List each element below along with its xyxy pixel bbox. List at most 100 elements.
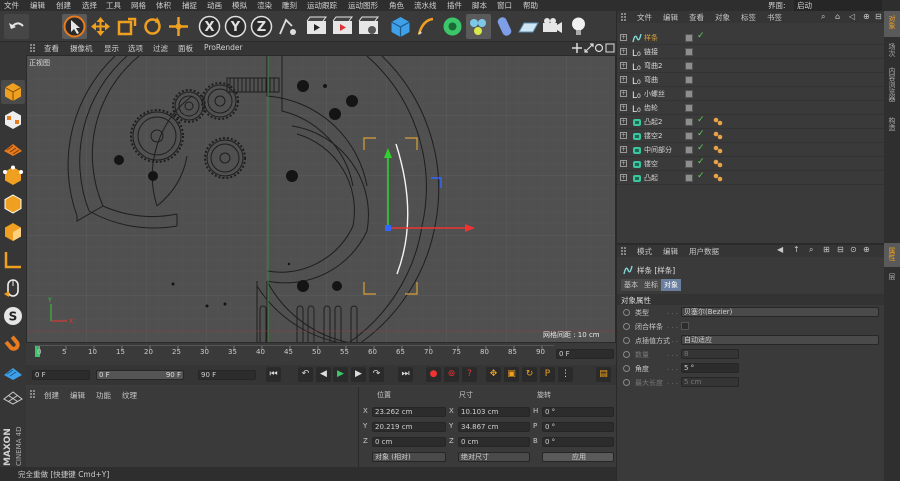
menu-snap[interactable]: 捕捉 (182, 0, 197, 11)
visibility-toggle[interactable] (685, 76, 693, 84)
array-icon[interactable] (466, 14, 491, 39)
tab-object[interactable]: 对象 (661, 279, 681, 291)
menu-simulate[interactable]: 模拟 (232, 0, 247, 11)
enabled-check-icon[interactable]: ✓ (697, 31, 705, 41)
obj-menu-edit[interactable]: 编辑 (663, 12, 678, 23)
visibility-toggle[interactable] (685, 160, 693, 168)
lock-icon[interactable]: ⊟ (837, 245, 844, 254)
phong-tag-icon[interactable] (713, 173, 723, 182)
menu-motion-tracking[interactable]: 运动跟踪 (307, 0, 337, 11)
animate-toggle-icon[interactable] (623, 379, 630, 386)
settings-icon[interactable]: ⊙ (850, 245, 857, 254)
object-row[interactable]: + L 0 弯曲2 (617, 59, 885, 73)
snap-icon[interactable]: S (1, 304, 25, 328)
pos-x-field[interactable]: 23.262 cm (372, 407, 446, 417)
rotate-icon[interactable] (140, 14, 165, 39)
tab-layers[interactable]: 层 (887, 273, 897, 280)
menu-plugins[interactable]: 插件 (447, 0, 462, 11)
object-row[interactable]: + 凸起2 ✓ (617, 115, 885, 129)
object-row[interactable]: + L 0 齿轮 (617, 101, 885, 115)
goto-start-icon[interactable]: ⏮ (266, 367, 281, 382)
obj-menu-file[interactable]: 文件 (637, 12, 652, 23)
enabled-check-icon[interactable]: ✓ (697, 157, 705, 167)
visibility-toggle[interactable] (685, 48, 693, 56)
end-frame-field[interactable]: 90 F (198, 370, 256, 380)
object-row[interactable]: + 镂空 ✓ (617, 157, 885, 171)
object-row[interactable]: + L 0 小螺丝 (617, 87, 885, 101)
next-frame-icon[interactable]: ▶ (351, 367, 366, 382)
visibility-toggle[interactable] (685, 90, 693, 98)
expand-icon[interactable]: + (620, 90, 627, 97)
move-icon[interactable] (88, 14, 113, 39)
expand-icon[interactable]: + (620, 146, 627, 153)
maximize-view-icon[interactable] (605, 43, 615, 53)
subdivision-icon[interactable] (440, 14, 465, 39)
expand-icon[interactable]: + (620, 34, 627, 41)
deformer-icon[interactable] (492, 14, 517, 39)
bookmark-icon[interactable]: ⊞ (823, 245, 830, 254)
size-y-field[interactable]: 34.867 cm (458, 422, 530, 432)
obj-menu-tags[interactable]: 标签 (741, 12, 756, 23)
menu-animate[interactable]: 动画 (207, 0, 222, 11)
tab-structure[interactable]: 构造 (887, 117, 897, 131)
cube-icon[interactable] (388, 14, 413, 39)
obj-menu-view[interactable]: 查看 (689, 12, 704, 23)
pos-z-field[interactable]: 0 cm (372, 437, 446, 447)
menu-mesh[interactable]: 网格 (131, 0, 146, 11)
grid-icon[interactable] (1, 384, 25, 408)
expand-icon[interactable]: + (620, 118, 627, 125)
expand-icon[interactable]: + (620, 104, 627, 111)
prop-field[interactable]: 5 ° (681, 363, 739, 373)
timeline[interactable]: 0 5 10 15 20 25 30 35 40 45 50 55 60 65 … (26, 343, 616, 365)
pen-icon[interactable] (414, 14, 439, 39)
phong-tag-icon[interactable] (713, 145, 723, 154)
rot-p-field[interactable]: 0 ° (542, 422, 614, 432)
coordinate-icon[interactable] (275, 14, 300, 39)
animate-toggle-icon[interactable] (623, 323, 630, 330)
prop-select[interactable]: 贝塞尔(Bezier) (681, 307, 879, 317)
search-icon[interactable]: ⌕ (809, 245, 813, 255)
visibility-toggle[interactable] (685, 104, 693, 112)
apply-button[interactable]: 应用 (542, 452, 614, 462)
render-picture-icon[interactable] (330, 14, 355, 39)
magnet-icon[interactable] (1, 332, 25, 356)
drag-handle-icon[interactable] (30, 390, 38, 398)
menu-pipeline[interactable]: 流水线 (414, 0, 437, 11)
viewport-menu-camera[interactable]: 摄像机 (70, 43, 93, 54)
object-row[interactable]: + 镂空2 ✓ (617, 129, 885, 143)
play-icon[interactable]: ▶ (333, 367, 348, 382)
visibility-toggle[interactable] (685, 118, 693, 126)
x-axis-icon[interactable]: X (197, 14, 222, 39)
up-arrow-icon[interactable]: ↑ (793, 245, 800, 254)
lock-workplane-icon[interactable] (1, 360, 25, 384)
menu-window[interactable]: 窗口 (497, 0, 512, 11)
mat-menu-texture[interactable]: 纹理 (122, 390, 137, 401)
range-slider[interactable]: 0 F 90 F (96, 370, 184, 380)
timeline-window-icon[interactable]: ▤ (596, 367, 611, 382)
layout-select[interactable]: 启动 (794, 0, 882, 11)
viewport-menu-view[interactable]: 查看 (44, 43, 59, 54)
mat-menu-create[interactable]: 创建 (44, 390, 59, 401)
tab-objects[interactable]: 对象 (884, 11, 900, 37)
enabled-check-icon[interactable]: ✓ (697, 143, 705, 153)
object-row[interactable]: + 凸起 ✓ (617, 171, 885, 185)
home-icon[interactable]: ⌂ (835, 12, 840, 21)
z-axis-icon[interactable]: Z (249, 14, 274, 39)
auto-key-icon[interactable]: ⊚ (444, 367, 459, 382)
menu-render[interactable]: 渲染 (257, 0, 272, 11)
goto-end-icon[interactable]: ⏭ (398, 367, 413, 382)
tweak-mode-icon[interactable] (1, 276, 25, 300)
texture-mode-icon[interactable] (1, 108, 25, 132)
prop-select[interactable]: 自动适应 (681, 335, 879, 345)
zoom-icon[interactable] (584, 43, 594, 53)
points-mode-icon[interactable] (1, 164, 25, 188)
visibility-toggle[interactable] (685, 132, 693, 140)
menu-script[interactable]: 脚本 (472, 0, 487, 11)
current-frame-field[interactable]: 0 F (556, 349, 614, 359)
object-row[interactable]: + L 0 弯曲 (617, 73, 885, 87)
viewport-front[interactable]: Y X 正视图 网格间距 : 10 cm (26, 55, 616, 343)
orbit-icon[interactable] (594, 43, 604, 53)
menu-edit[interactable]: 编辑 (30, 0, 45, 11)
object-row[interactable]: + 中间部分 ✓ (617, 143, 885, 157)
new-window-icon[interactable]: ⊕ (863, 245, 870, 254)
